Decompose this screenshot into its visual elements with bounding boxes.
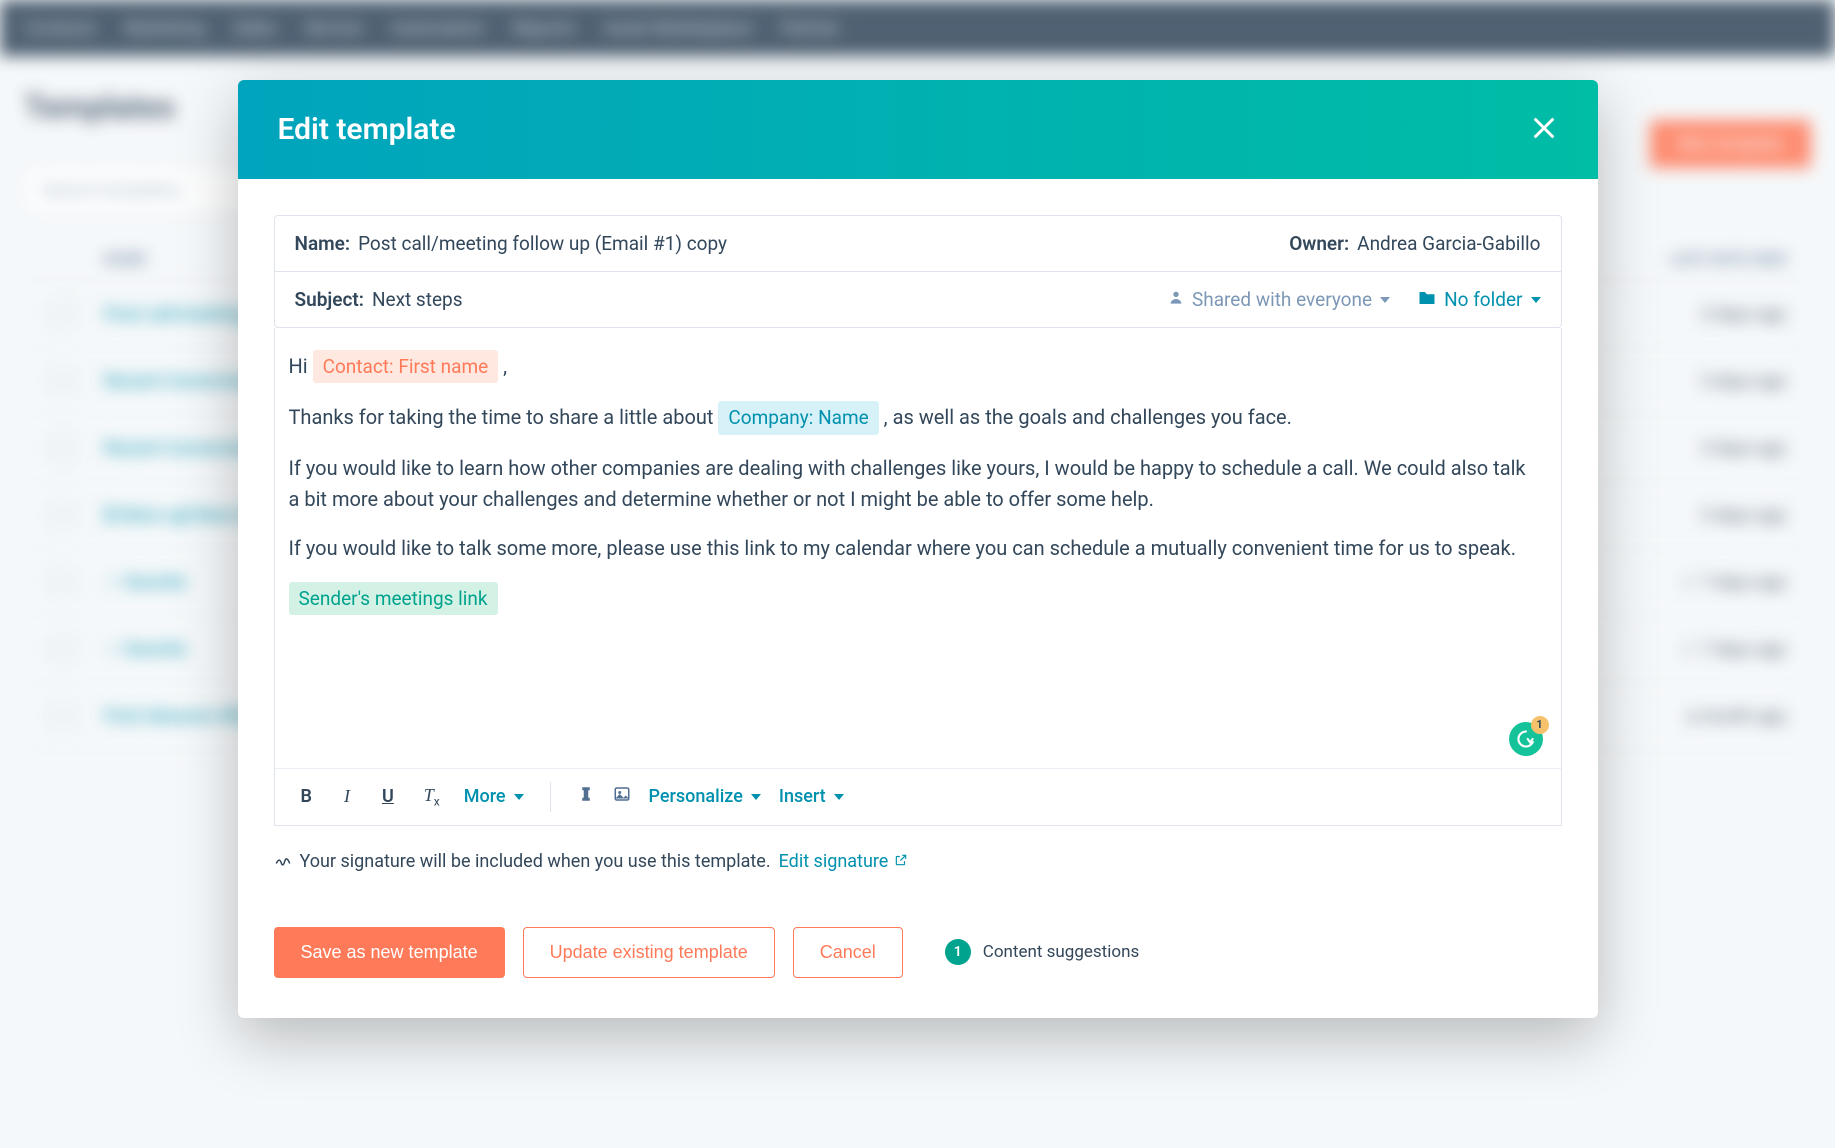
grammarly-icon: [1516, 729, 1536, 749]
caret-down-icon: [834, 794, 844, 800]
text: , as well as the goals and challenges yo…: [884, 405, 1292, 429]
caret-down-icon: [751, 794, 761, 800]
caret-down-icon: [1380, 297, 1390, 303]
name-row[interactable]: Name: Post call/meeting follow up (Email…: [275, 216, 1561, 271]
modal-footer: Save as new template Update existing tem…: [238, 897, 1598, 1018]
personalize-label: Personalize: [649, 786, 743, 807]
token-contact-first-name[interactable]: Contact: First name: [313, 350, 499, 383]
subject-row[interactable]: Subject: Next steps Shared with everyone…: [275, 271, 1561, 327]
toolbar-separator: [550, 782, 551, 812]
name-label: Name:: [295, 232, 351, 255]
edit-signature-link[interactable]: Edit signature: [779, 851, 909, 872]
clear-format-button[interactable]: Tx: [418, 781, 446, 813]
link-button[interactable]: [577, 785, 595, 808]
update-existing-button[interactable]: Update existing template: [523, 927, 775, 978]
external-link-icon: [894, 851, 908, 872]
subject-label: Subject:: [295, 288, 364, 311]
name-value: Post call/meeting follow up (Email #1) c…: [358, 232, 727, 255]
modal-overlay: Edit template Name: Post call/meeting fo…: [0, 0, 1835, 1148]
italic-button[interactable]: I: [336, 782, 358, 811]
grammarly-badge[interactable]: 1: [1509, 722, 1543, 756]
folder-dropdown[interactable]: No folder: [1418, 288, 1540, 311]
caret-down-icon: [514, 794, 524, 800]
token-company-name[interactable]: Company: Name: [718, 401, 878, 434]
personalize-dropdown[interactable]: Personalize: [649, 786, 761, 807]
editor-body[interactable]: Hi Contact: First name , Thanks for taki…: [275, 328, 1561, 768]
folder-icon: [1418, 288, 1436, 311]
insert-label: Insert: [779, 786, 826, 807]
person-icon: [1168, 288, 1184, 311]
editor: Hi Contact: First name , Thanks for taki…: [274, 328, 1562, 826]
more-dropdown[interactable]: More: [464, 786, 524, 807]
greeting-line: Hi Contact: First name ,: [289, 350, 1537, 383]
shared-with-dropdown[interactable]: Shared with everyone: [1168, 288, 1390, 311]
paragraph-1: Thanks for taking the time to share a li…: [289, 401, 1537, 434]
owner-value: Andrea Garcia-Gabillo: [1357, 232, 1540, 255]
subject-value: Next steps: [372, 288, 463, 311]
text: Thanks for taking the time to share a li…: [289, 405, 719, 429]
text: Hi: [289, 354, 313, 378]
paragraph-3: If you would like to talk some more, ple…: [289, 533, 1537, 564]
owner-label: Owner:: [1289, 232, 1349, 255]
save-as-new-button[interactable]: Save as new template: [274, 927, 505, 978]
meta-box: Name: Post call/meeting follow up (Email…: [274, 215, 1562, 328]
image-button[interactable]: [613, 785, 631, 808]
edit-template-modal: Edit template Name: Post call/meeting fo…: [238, 80, 1598, 1018]
signature-icon: [274, 850, 292, 873]
close-button[interactable]: [1530, 114, 1558, 146]
signature-text: Your signature will be included when you…: [300, 851, 771, 872]
suggestions-label: Content suggestions: [983, 942, 1139, 962]
modal-body: Name: Post call/meeting follow up (Email…: [238, 179, 1598, 897]
insert-dropdown[interactable]: Insert: [779, 786, 844, 807]
more-label: More: [464, 786, 506, 807]
folder-label: No folder: [1444, 288, 1522, 311]
close-icon: [1530, 114, 1558, 142]
modal-title: Edit template: [278, 112, 456, 147]
modal-header: Edit template: [238, 80, 1598, 179]
bold-button[interactable]: B: [295, 782, 318, 811]
token-meetings-link[interactable]: Sender's meetings link: [289, 582, 498, 615]
grammarly-count: 1: [1531, 716, 1549, 734]
cancel-button[interactable]: Cancel: [793, 927, 903, 978]
underline-button[interactable]: U: [376, 782, 400, 811]
text: ,: [503, 354, 507, 378]
shared-label: Shared with everyone: [1192, 288, 1372, 311]
suggestions-count: 1: [945, 939, 971, 965]
paragraph-2: If you would like to learn how other com…: [289, 453, 1537, 515]
content-suggestions[interactable]: 1 Content suggestions: [945, 939, 1139, 965]
editor-toolbar: B I U Tx More Personalize: [275, 768, 1561, 825]
edit-signature-label: Edit signature: [779, 851, 889, 872]
caret-down-icon: [1531, 297, 1541, 303]
signature-row: Your signature will be included when you…: [274, 850, 1562, 873]
